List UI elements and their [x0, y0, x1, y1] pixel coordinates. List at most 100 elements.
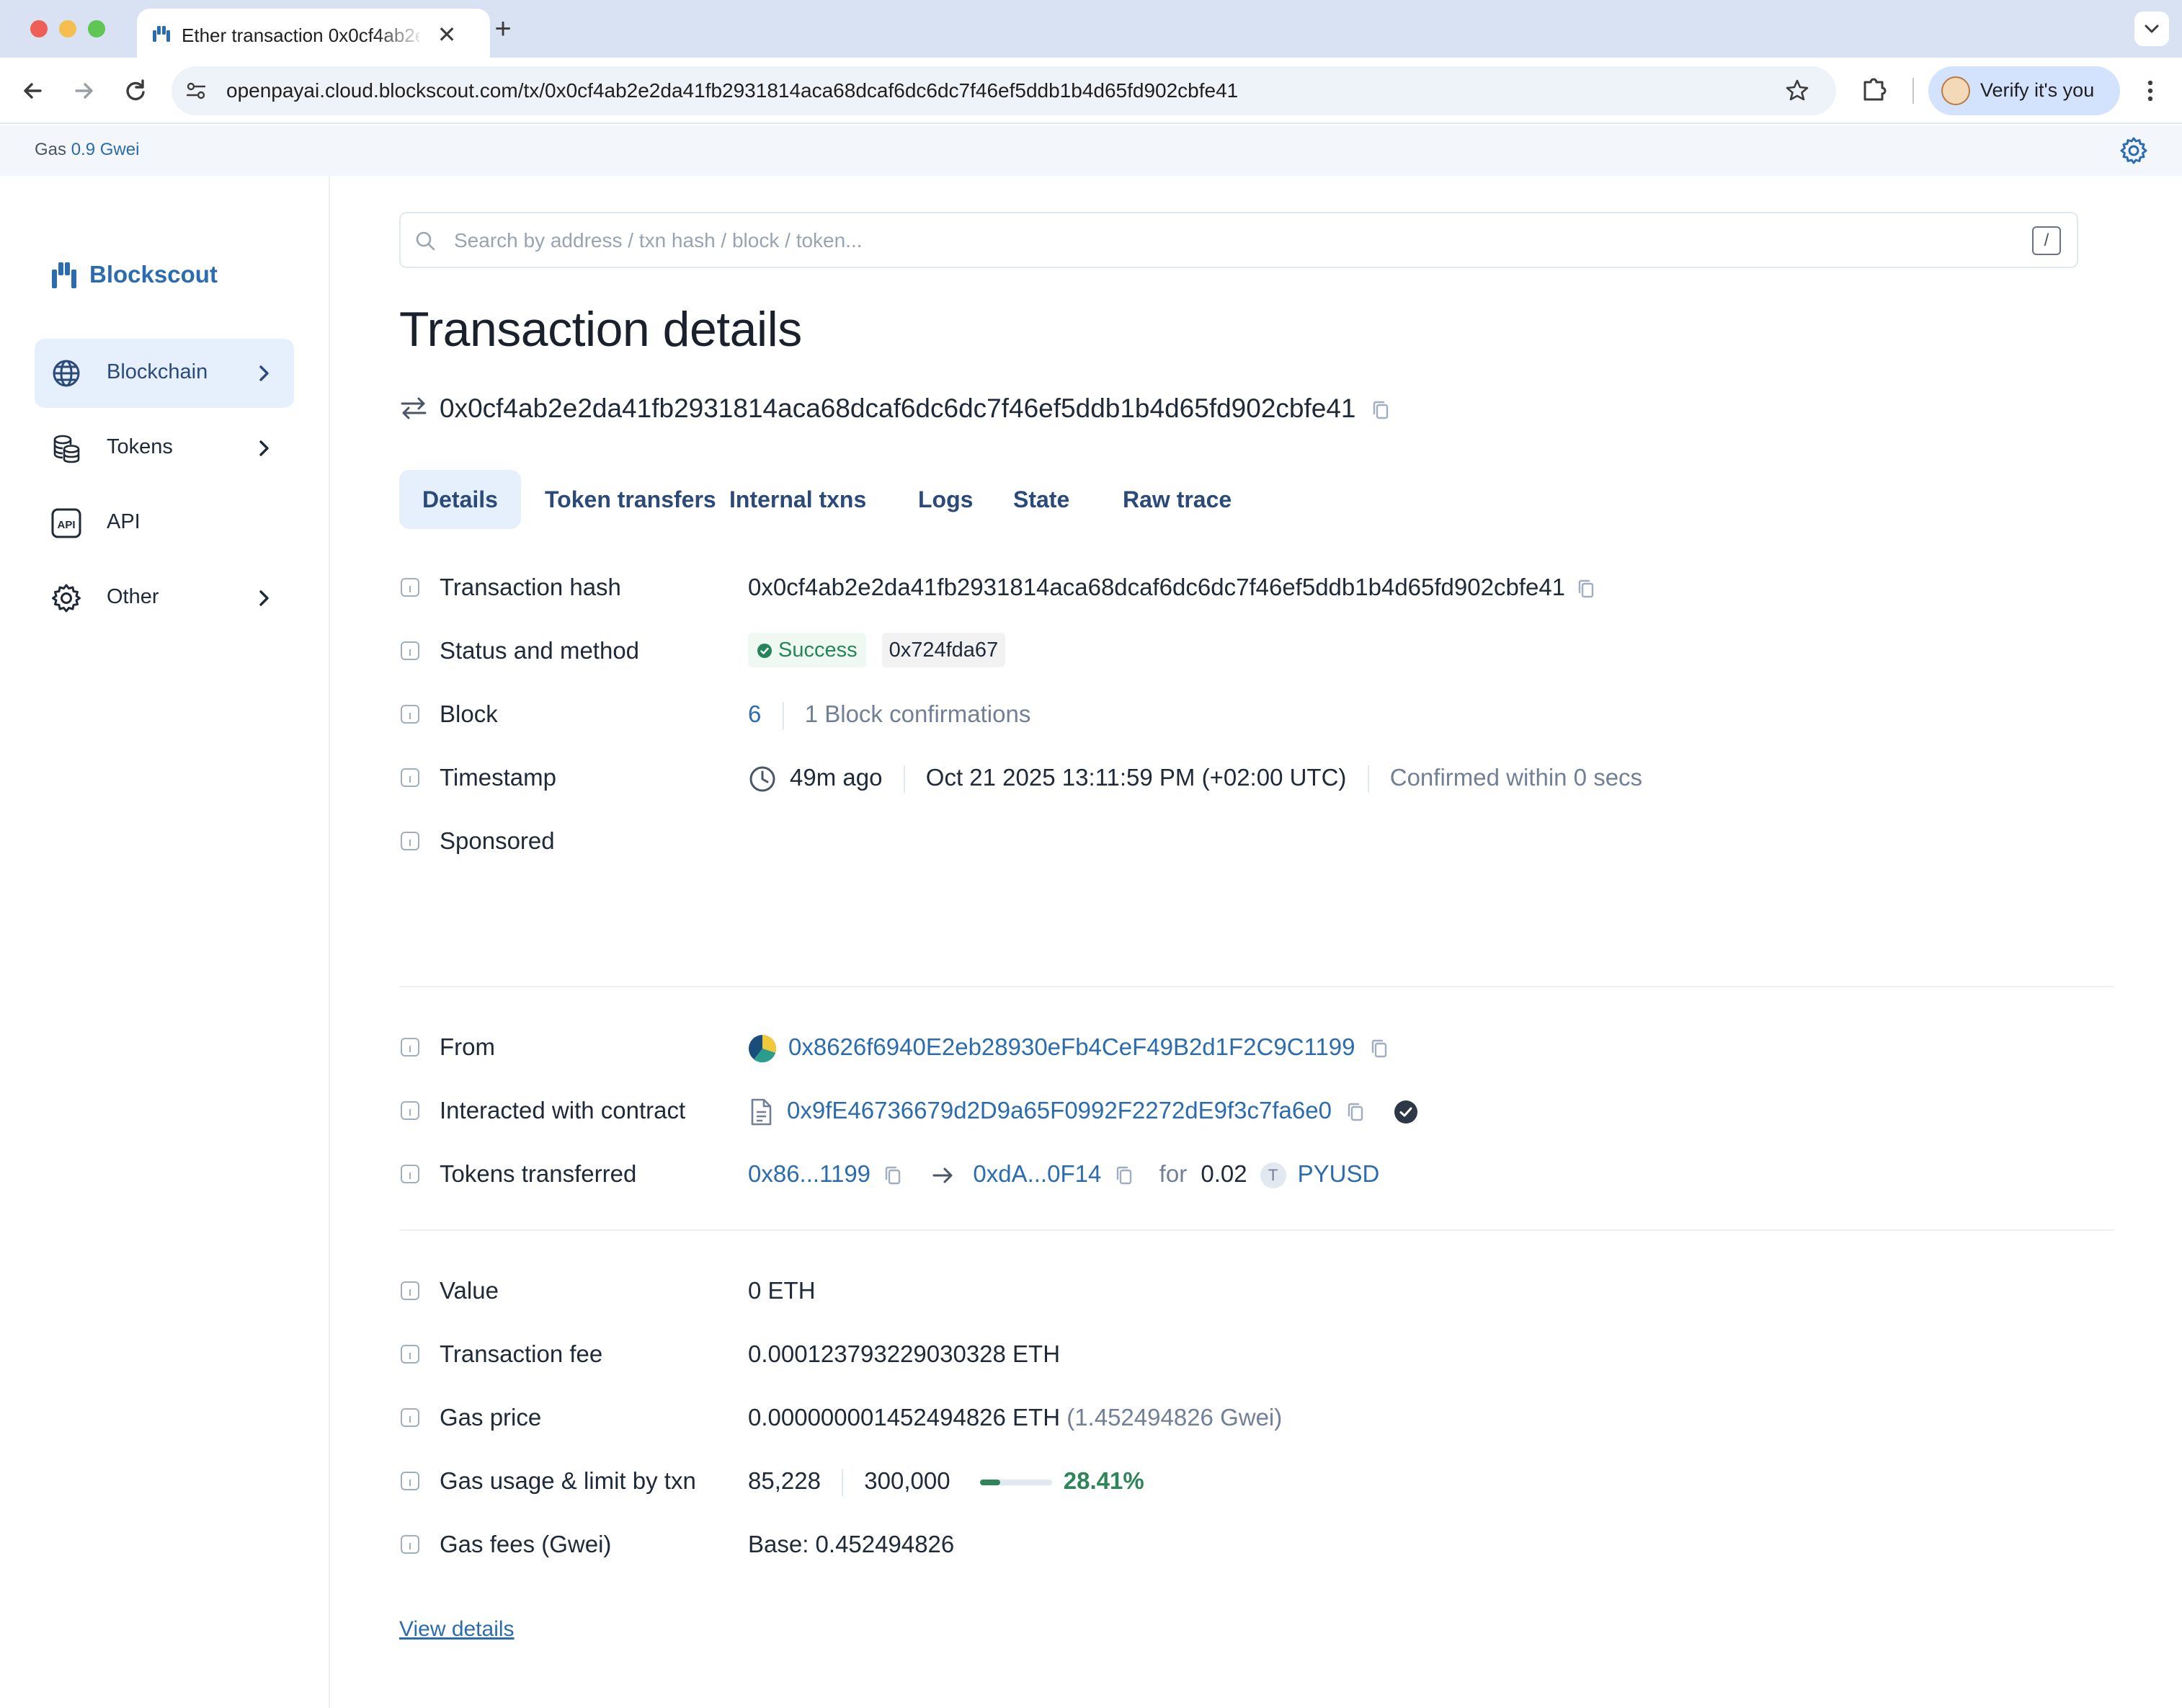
- address-bar[interactable]: openpayai.cloud.blockscout.com/tx/0x0cf4…: [172, 66, 1836, 115]
- detail-row-contract: Interacted with contract 0x9fE46736679d2…: [399, 1088, 2114, 1131]
- profile-avatar: [1941, 76, 1970, 105]
- window-maximize-button[interactable]: [88, 20, 105, 37]
- extensions-puzzle-icon[interactable]: [1859, 72, 1891, 107]
- token-icon: T: [1260, 1162, 1286, 1189]
- sidebar-item-api[interactable]: API API: [35, 489, 294, 558]
- clock-icon: [749, 766, 775, 792]
- token-from-address-link[interactable]: 0x86...1199: [748, 1160, 870, 1187]
- new-tab-button[interactable]: +: [487, 13, 519, 45]
- detail-value: Success 0x724fda67: [748, 633, 1006, 667]
- token-to-address-link[interactable]: 0xdA...0F14: [973, 1160, 1101, 1187]
- tab-internal-txns[interactable]: Internal txns: [706, 470, 889, 529]
- value-separator: [842, 1469, 844, 1497]
- info-icon[interactable]: [401, 578, 419, 597]
- copy-icon[interactable]: [1371, 399, 1391, 421]
- detail-value: 85,228 300,000 28.41%: [748, 1467, 1144, 1497]
- window-close-button[interactable]: [30, 20, 48, 37]
- from-address-link[interactable]: 0x8626f6940E2eb28930eFb4CeF49B2d1F2C9C11…: [788, 1033, 1355, 1060]
- address-bar-url: openpayai.cloud.blockscout.com/tx/0x0cf4…: [226, 79, 1239, 102]
- info-icon[interactable]: [401, 1165, 419, 1183]
- profile-verify-button[interactable]: Verify it's you: [1928, 66, 2120, 115]
- copy-icon[interactable]: [883, 1165, 903, 1186]
- blockscout-logo-icon: [52, 262, 76, 288]
- detail-label: Gas price: [440, 1404, 542, 1431]
- info-icon[interactable]: [401, 641, 419, 660]
- detail-row-gas-fees: Gas fees (Gwei) Base: 0.452494826: [399, 1522, 2114, 1565]
- info-icon[interactable]: [401, 1345, 419, 1364]
- info-icon[interactable]: [401, 1408, 419, 1427]
- profile-verify-label: Verify it's you: [1980, 79, 2095, 101]
- status-text: Success: [778, 639, 858, 662]
- chevron-right-icon: [259, 440, 269, 456]
- reload-icon[interactable]: [118, 74, 153, 108]
- tab-details[interactable]: Details: [399, 470, 521, 529]
- gas-price-info[interactable]: Gas 0.9 Gwei: [35, 140, 139, 160]
- gas-price-eth: 0.000000001452494826 ETH: [748, 1404, 1061, 1431]
- browser-tab-active[interactable]: Ether transaction 0x0cf4ab2e2da41fb29318…: [137, 9, 490, 58]
- info-icon[interactable]: [401, 832, 419, 850]
- arrow-right-icon: [932, 1167, 953, 1183]
- token-amount: 0.02: [1201, 1160, 1247, 1187]
- detail-row-sponsored: Sponsored: [399, 819, 2114, 862]
- info-icon[interactable]: [401, 1535, 419, 1554]
- copy-icon[interactable]: [1114, 1165, 1134, 1186]
- contract-file-icon: [751, 1098, 772, 1126]
- detail-label: Interacted with contract: [440, 1097, 686, 1124]
- info-icon[interactable]: [401, 768, 419, 787]
- gas-usage-progress: [979, 1480, 1052, 1486]
- sidebar-item-label: Blockchain: [107, 360, 208, 383]
- block-number-link[interactable]: 6: [748, 700, 761, 727]
- detail-label: Gas fees (Gwei): [440, 1531, 612, 1557]
- detail-value: 0x86...1199 0xdA...0F14 for 0.02 T PYUSD: [748, 1160, 1380, 1189]
- tab-search-button[interactable]: [2134, 12, 2169, 46]
- copy-icon[interactable]: [1345, 1101, 1366, 1123]
- view-details-link[interactable]: View details: [399, 1617, 515, 1642]
- detail-row-from: From 0x8626f6940E2eb28930eFb4CeF49B2d1F2…: [399, 1025, 2114, 1068]
- timestamp-ago: 49m ago: [790, 764, 883, 791]
- copy-icon[interactable]: [1576, 578, 1596, 600]
- sidebar-item-tokens[interactable]: Tokens: [35, 414, 294, 483]
- tab-raw-trace[interactable]: Raw trace: [1100, 470, 1255, 529]
- settings-gear-icon[interactable]: [2119, 135, 2149, 166]
- window-minimize-button[interactable]: [59, 20, 76, 37]
- sidebar-item-other[interactable]: Other: [35, 564, 294, 633]
- info-icon[interactable]: [401, 1038, 419, 1057]
- info-icon[interactable]: [401, 1472, 419, 1490]
- gas-used: 85,228: [748, 1467, 821, 1494]
- chevron-down-icon: [2145, 25, 2159, 33]
- search-shortcut-key: /: [2032, 226, 2061, 255]
- back-arrow-icon[interactable]: [16, 74, 50, 108]
- detail-label: Block: [440, 700, 498, 727]
- copy-icon[interactable]: [1369, 1038, 1389, 1059]
- forward-arrow-icon[interactable]: [66, 74, 101, 108]
- close-tab-icon[interactable]: ✕: [434, 22, 460, 48]
- gas-price-bar: Gas 0.9 Gwei: [0, 125, 2182, 176]
- gas-limit: 300,000: [864, 1467, 950, 1494]
- site-settings-icon[interactable]: [184, 79, 208, 102]
- tab-logs[interactable]: Logs: [895, 470, 996, 529]
- gas-label: Gas: [35, 140, 67, 159]
- tab-state[interactable]: State: [990, 470, 1092, 529]
- token-name-link[interactable]: PYUSD: [1298, 1160, 1380, 1187]
- detail-label: Sponsored: [440, 827, 555, 854]
- sidebar-item-label: API: [107, 510, 141, 533]
- sidebar-item-blockchain[interactable]: Blockchain: [35, 339, 294, 408]
- search-input[interactable]: [454, 222, 1967, 259]
- bookmark-star-icon[interactable]: [1783, 76, 1812, 105]
- detail-row-value: Value 0 ETH: [399, 1268, 2114, 1312]
- info-icon[interactable]: [401, 705, 419, 724]
- detail-row-status: Status and method Success 0x724fda67: [399, 628, 2114, 672]
- info-icon[interactable]: [401, 1281, 419, 1300]
- info-icon[interactable]: [401, 1101, 419, 1120]
- browser-menu-icon[interactable]: [2140, 74, 2160, 108]
- tokens-for-label: for: [1159, 1160, 1188, 1187]
- detail-row-gas-usage: Gas usage & limit by txn 85,228 300,000 …: [399, 1459, 2114, 1502]
- detail-row-transaction-fee: Transaction fee 0.000123793229030328 ETH: [399, 1332, 2114, 1375]
- detail-row-block: Block 6 1 Block confirmations: [399, 692, 2114, 735]
- address-identicon-icon: [749, 1035, 776, 1063]
- contract-address-link[interactable]: 0x9fE46736679d2D9a65F0992F2272dE9f3c7fa6…: [787, 1097, 1332, 1124]
- search-bar: /: [399, 212, 2078, 268]
- tab-title-fade: [375, 16, 425, 52]
- detail-label: Gas usage & limit by txn: [440, 1467, 696, 1494]
- blockscout-favicon-icon: [153, 26, 170, 42]
